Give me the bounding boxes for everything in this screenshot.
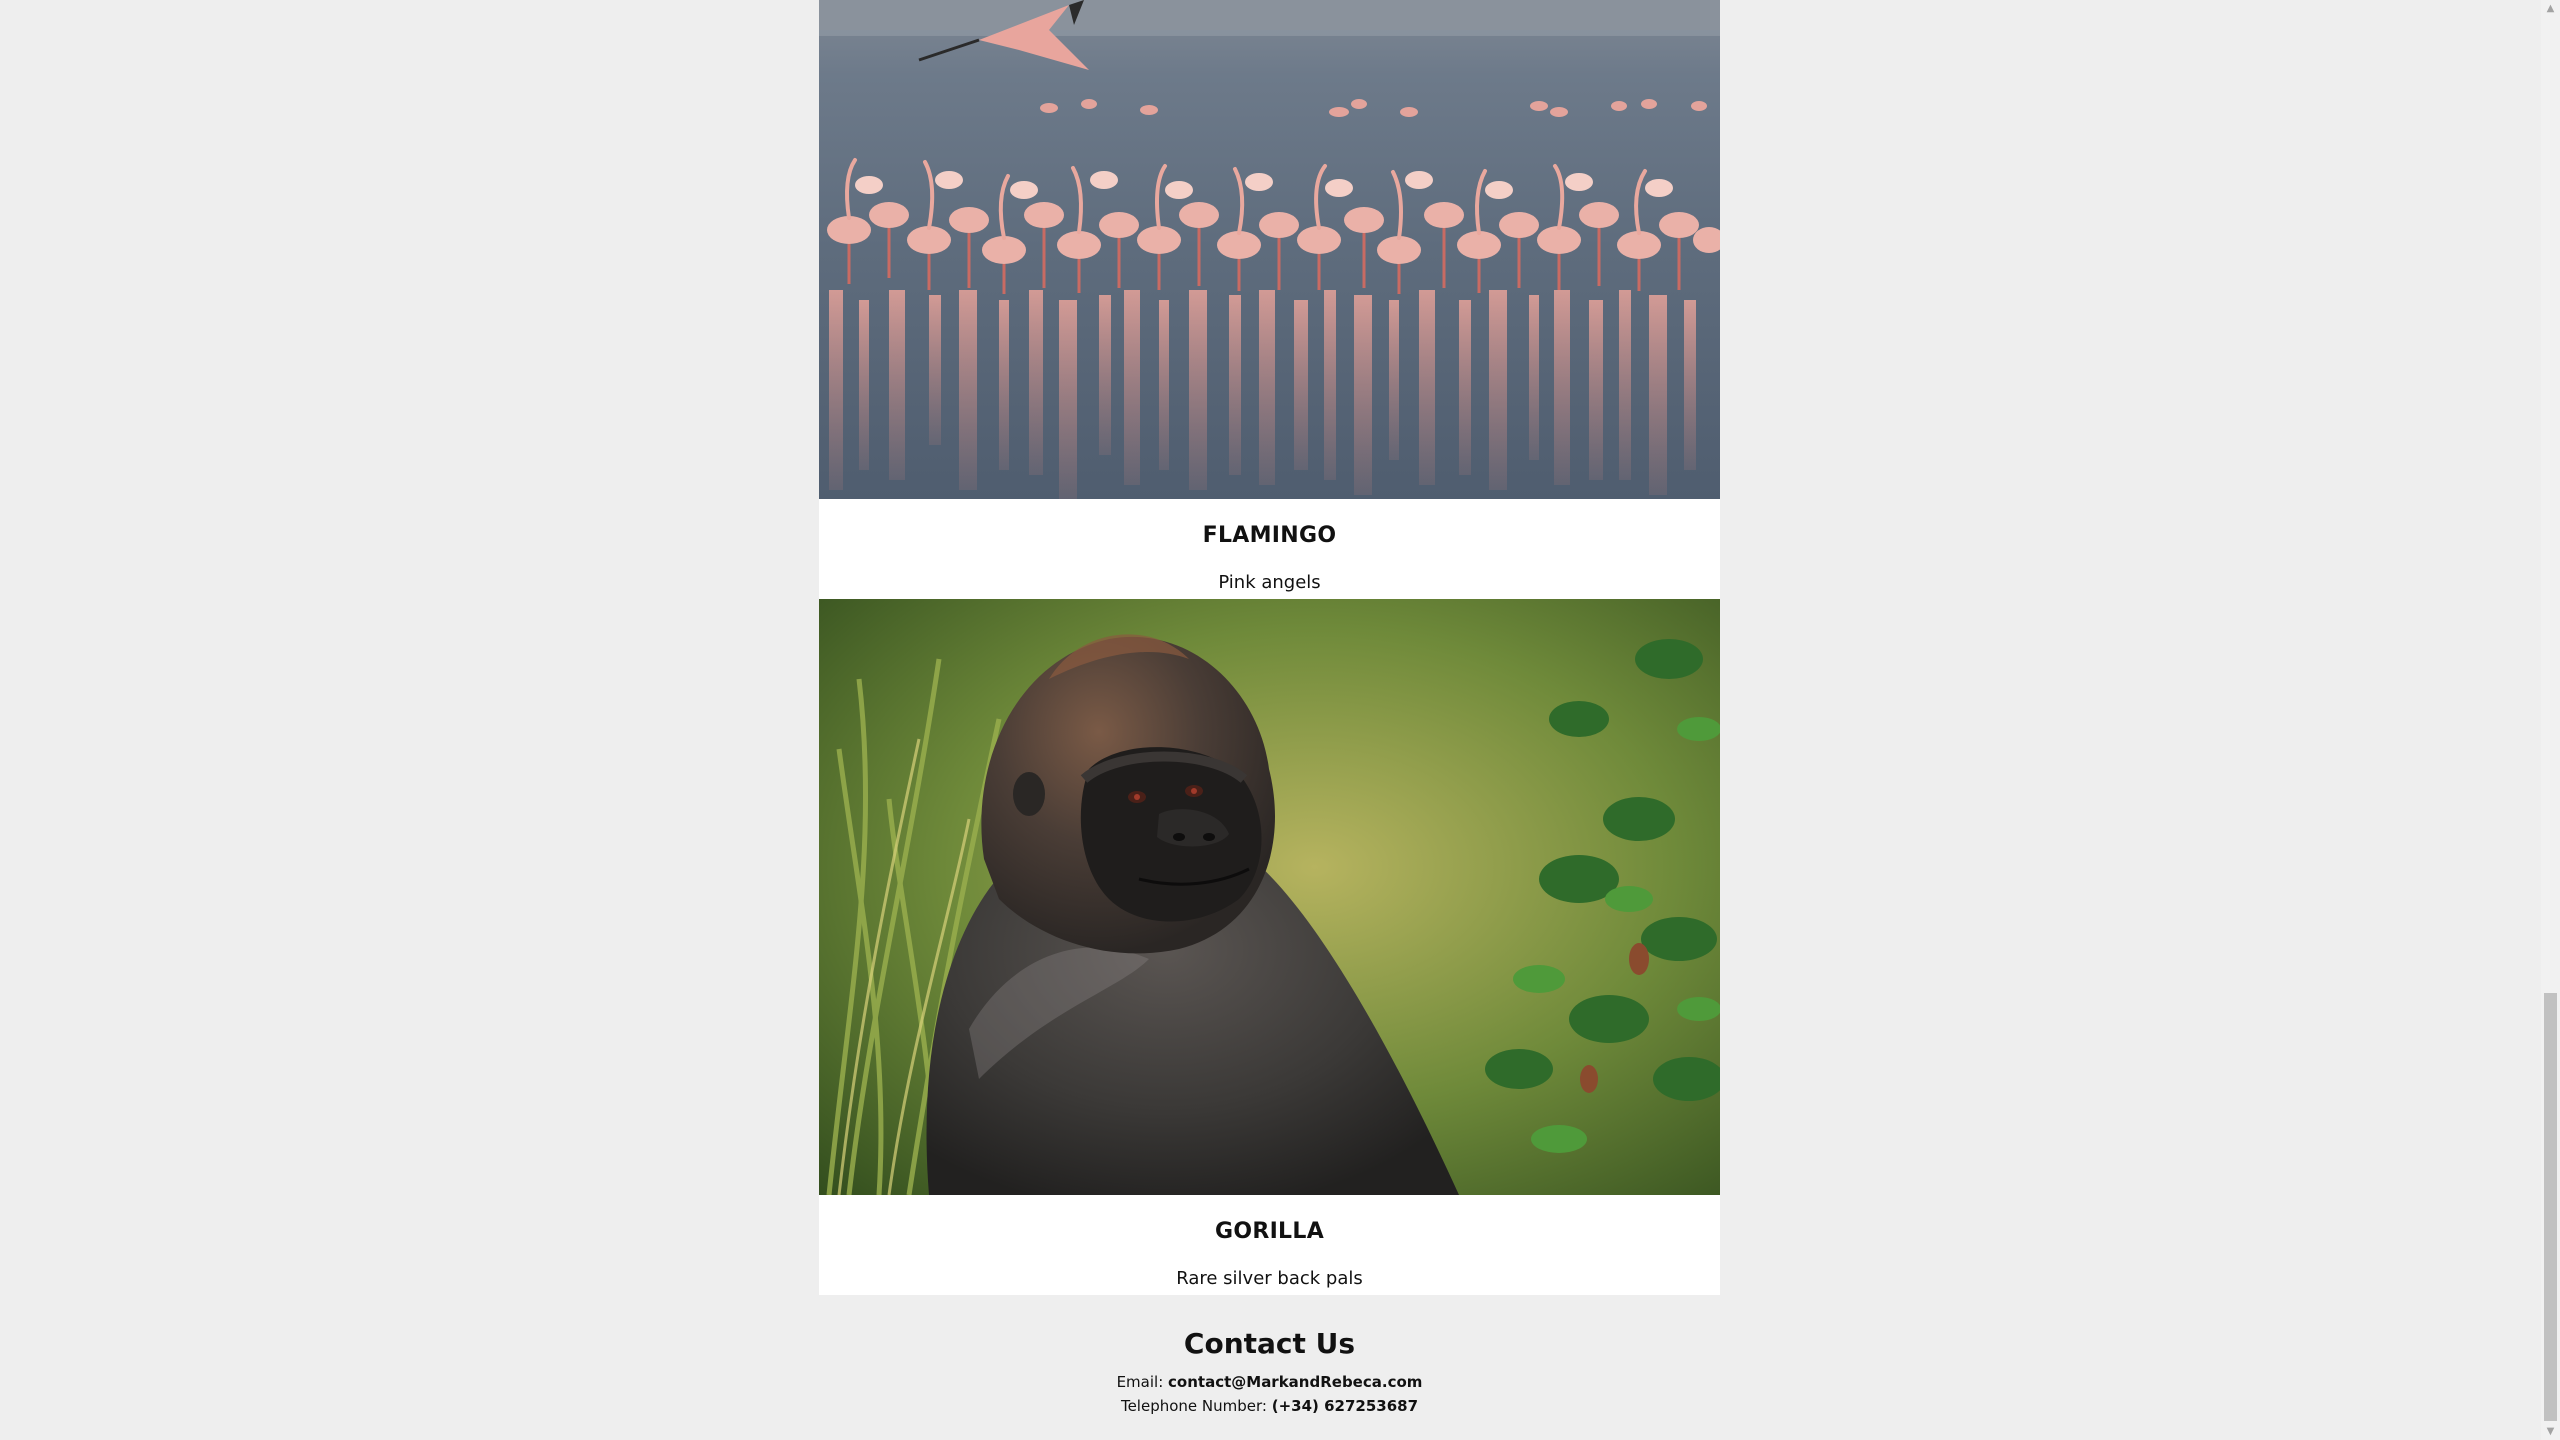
card-body-flamingo: FLAMINGO Pink angels [819, 499, 1720, 599]
flamingo-photo [819, 0, 1720, 499]
contact-email-line: Email: contact@MarkandRebeca.com [819, 1370, 1720, 1394]
scroll-down-icon[interactable]: ▼ [2541, 1423, 2560, 1440]
contact-title: Contact Us [1183, 1327, 1356, 1360]
card-body-gorilla: GORILLA Rare silver back pals [819, 1195, 1720, 1295]
scroll-up-icon[interactable]: ▲ [2541, 0, 2560, 17]
card-description: Rare silver back pals [1176, 1268, 1363, 1289]
scrollbar-thumb[interactable] [2544, 993, 2557, 1421]
animal-card-gorilla: GORILLA Rare silver back pals [819, 599, 1720, 1295]
gorilla-photo [819, 599, 1720, 1195]
email-link[interactable]: contact@MarkandRebeca.com [1168, 1373, 1422, 1391]
contact-section: Contact Us Email: contact@MarkandRebeca.… [819, 1318, 1720, 1418]
animal-cards-column: FLAMINGO Pink angels GORILLA Rare silver… [819, 0, 1720, 1295]
phone-number: (+34) 627253687 [1271, 1397, 1419, 1415]
page-viewport: FLAMINGO Pink angels GORILLA Rare silver… [0, 0, 2541, 1440]
card-title: GORILLA [1214, 1219, 1325, 1244]
card-description: Pink angels [1218, 572, 1321, 593]
card-title: FLAMINGO [1202, 523, 1337, 548]
email-label: Email: [1116, 1373, 1169, 1391]
animal-card-flamingo: FLAMINGO Pink angels [819, 0, 1720, 599]
phone-label: Telephone Number: [1120, 1397, 1272, 1415]
contact-phone-line: Telephone Number: (+34) 627253687 [819, 1394, 1720, 1418]
vertical-scrollbar[interactable]: ▲ ▼ [2541, 0, 2560, 1440]
